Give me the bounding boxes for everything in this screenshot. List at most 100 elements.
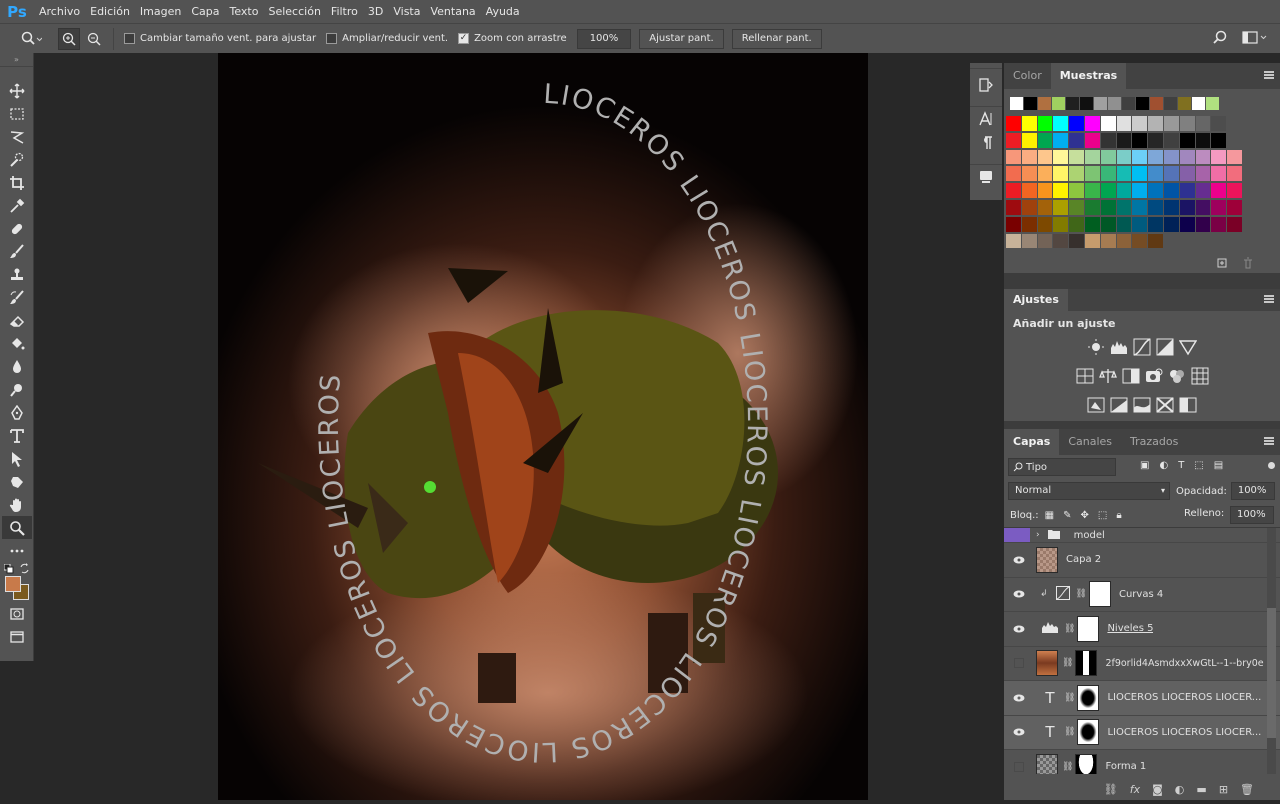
layer-row-image[interactable]: ⛓︎ 2f9orlid4AsmdxxXwGtL--1--bry0e	[1004, 645, 1280, 681]
color-swatch[interactable]	[1179, 116, 1195, 131]
color-swatch[interactable]	[1084, 116, 1100, 131]
color-swatch[interactable]	[1037, 149, 1053, 165]
recent-swatch[interactable]	[1010, 97, 1023, 110]
color-swatch[interactable]	[1163, 166, 1179, 182]
color-swatch[interactable]	[1116, 166, 1132, 182]
character-panel-icon[interactable]	[970, 107, 1002, 131]
filter-shape-icon[interactable]: ⬚	[1194, 460, 1203, 471]
color-swatch[interactable]	[1179, 149, 1195, 165]
resize-windows-checkbox[interactable]	[124, 33, 135, 44]
color-swatch[interactable]	[1148, 233, 1163, 249]
color-swatch[interactable]	[1084, 183, 1100, 198]
color-swatch[interactable]	[1037, 116, 1053, 131]
layer-row-text-1[interactable]: T ⛓︎ LIOCEROS LIOCEROS LIOCER...	[1004, 680, 1280, 715]
color-swatch[interactable]	[1148, 166, 1163, 182]
vibrance-adjust-icon[interactable]	[1178, 338, 1198, 359]
color-swatch[interactable]	[1021, 149, 1037, 165]
new-layer-icon[interactable]: ⊞	[1219, 783, 1228, 796]
color-swatch[interactable]	[1148, 149, 1163, 165]
tab-color[interactable]: Color	[1004, 63, 1051, 89]
color-swatch[interactable]	[1148, 199, 1163, 215]
new-adjustment-icon[interactable]: ◐	[1175, 783, 1185, 796]
color-swatch[interactable]	[1163, 216, 1179, 232]
color-swatch[interactable]	[1195, 149, 1211, 165]
zoom-tool-preset-icon[interactable]	[18, 31, 44, 47]
adjustments-panel-menu-icon[interactable]	[1264, 295, 1274, 303]
swap-colors-icon[interactable]	[19, 563, 30, 574]
color-swatch[interactable]	[1053, 149, 1069, 165]
exposure-adjust-icon[interactable]	[1156, 338, 1174, 359]
color-swatch[interactable]	[1006, 132, 1021, 148]
layer-visibility-eye-icon[interactable]	[1004, 612, 1034, 646]
path-select-icon[interactable]	[0, 447, 34, 470]
channel-mixer-icon[interactable]	[1168, 367, 1186, 388]
quick-select-icon[interactable]	[0, 148, 34, 171]
black-white-icon[interactable]	[1122, 367, 1140, 388]
marquee-icon[interactable]	[0, 102, 34, 125]
color-swatch[interactable]	[1195, 216, 1211, 232]
color-swatch[interactable]	[1100, 149, 1116, 165]
eyedropper-icon[interactable]	[0, 194, 34, 217]
menu-3d[interactable]: 3D	[363, 0, 388, 23]
color-swatch[interactable]	[1006, 149, 1021, 165]
recent-swatch[interactable]	[1038, 97, 1051, 110]
color-swatch[interactable]	[1100, 116, 1116, 131]
color-swatch[interactable]	[1006, 183, 1021, 198]
color-swatch[interactable]	[1116, 233, 1132, 249]
color-swatch[interactable]	[1021, 199, 1037, 215]
color-swatch[interactable]	[1179, 166, 1195, 182]
color-swatch[interactable]	[1053, 166, 1069, 182]
color-balance-icon[interactable]	[1098, 367, 1117, 388]
tab-adjustments[interactable]: Ajustes	[1004, 289, 1068, 311]
color-swatch[interactable]	[1069, 199, 1084, 215]
selective-color-icon[interactable]	[1179, 396, 1197, 417]
group-expand-icon[interactable]: ›	[1036, 530, 1040, 540]
color-swatch[interactable]	[1053, 116, 1069, 131]
color-swatch[interactable]	[1163, 116, 1179, 131]
color-swatch[interactable]	[1021, 132, 1037, 148]
color-swatch[interactable]	[1006, 216, 1021, 232]
color-swatch[interactable]	[1179, 132, 1195, 148]
color-swatch[interactable]	[1069, 116, 1084, 131]
color-swatch[interactable]	[1116, 199, 1132, 215]
paint-bucket-icon[interactable]	[0, 332, 34, 355]
color-swatch[interactable]	[1006, 233, 1021, 249]
blend-mode-select[interactable]: Normal ▾	[1008, 482, 1170, 500]
color-swatch[interactable]	[1053, 199, 1069, 215]
color-swatch[interactable]	[1053, 216, 1069, 232]
lock-position-icon[interactable]: ✥	[1081, 510, 1089, 521]
color-swatch[interactable]	[1195, 199, 1211, 215]
stamp-icon[interactable]	[0, 263, 34, 286]
color-swatch[interactable]	[1211, 166, 1227, 182]
color-swatch[interactable]	[1116, 216, 1132, 232]
filter-pixel-icon[interactable]: ▣	[1140, 460, 1149, 471]
zoom-icon[interactable]	[2, 516, 32, 539]
type-icon[interactable]	[0, 424, 34, 447]
color-swatch[interactable]	[1148, 183, 1163, 198]
color-lookup-icon[interactable]	[1191, 367, 1209, 388]
levels-adjust-icon[interactable]	[1110, 338, 1128, 359]
crop-icon[interactable]	[0, 171, 34, 194]
recent-swatch[interactable]	[1066, 97, 1079, 110]
layer-filter-kind[interactable]: Tipo	[1008, 458, 1116, 476]
scrubby-zoom-checkbox[interactable]: ✓	[458, 33, 470, 44]
color-swatch[interactable]	[1179, 216, 1195, 232]
filter-adjustment-icon[interactable]: ◐	[1159, 460, 1168, 471]
color-swatch[interactable]	[1037, 166, 1053, 182]
zoom-value-field[interactable]: 100%	[576, 28, 632, 49]
color-swatch[interactable]	[1211, 199, 1227, 215]
lasso-icon[interactable]	[0, 125, 34, 148]
curves-adjust-icon[interactable]	[1133, 338, 1151, 359]
shape-icon[interactable]	[0, 470, 34, 493]
zoom-in-icon[interactable]	[58, 27, 80, 50]
color-swatch[interactable]	[1211, 116, 1227, 131]
color-swatch[interactable]	[1084, 132, 1100, 148]
color-swatch[interactable]	[1195, 166, 1211, 182]
recent-swatch[interactable]	[1136, 97, 1149, 110]
color-swatch[interactable]	[1006, 166, 1021, 182]
brush-icon[interactable]	[0, 240, 34, 263]
opacity-field[interactable]: 100%	[1230, 482, 1275, 500]
color-swatch[interactable]	[1100, 216, 1116, 232]
color-swatch[interactable]	[1132, 149, 1148, 165]
color-swatch[interactable]	[1227, 149, 1242, 165]
